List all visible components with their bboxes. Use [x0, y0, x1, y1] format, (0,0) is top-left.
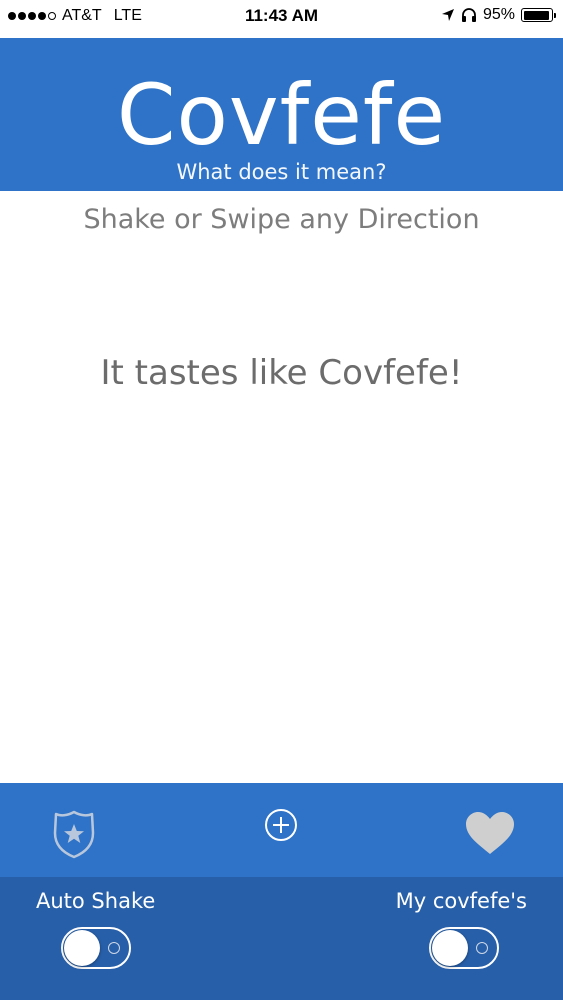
toggle-knob [432, 930, 468, 966]
status-right: 95% [441, 6, 556, 24]
toggle-off-indicator [476, 942, 488, 954]
app-title: Covfefe [116, 66, 447, 164]
app-subtitle: What does it mean? [176, 160, 387, 184]
toggle-knob [64, 930, 100, 966]
toggle-off-indicator [108, 942, 120, 954]
heart-icon [466, 812, 514, 854]
location-arrow-icon [441, 9, 454, 21]
headphones-icon [461, 8, 476, 22]
battery-fill [523, 10, 550, 20]
badge-button[interactable] [48, 808, 100, 860]
covfefe-message[interactable]: It tastes like Covfefe! [0, 353, 563, 393]
add-covfefe-button[interactable] [262, 806, 300, 844]
favorite-button[interactable] [460, 807, 520, 859]
auto-shake-label: Auto Shake [36, 889, 156, 913]
auto-shake-toggle[interactable] [61, 927, 131, 969]
app-header: Covfefe What does it mean? [0, 38, 563, 191]
bottom-toolbar [0, 783, 563, 877]
police-badge-icon [53, 810, 95, 859]
instruction-text: Shake or Swipe any Direction [83, 204, 480, 235]
my-covfefes-label: My covfefe's [395, 889, 527, 913]
plus-circle-icon [265, 809, 297, 841]
battery-icon [521, 8, 556, 22]
status-bar: AT&T LTE 11:43 AM 95% [0, 0, 563, 38]
my-covfefes-toggle[interactable] [429, 927, 499, 969]
battery-percent: 95% [482, 6, 515, 23]
settings-panel: Auto Shake My covfefe's [0, 877, 563, 1000]
